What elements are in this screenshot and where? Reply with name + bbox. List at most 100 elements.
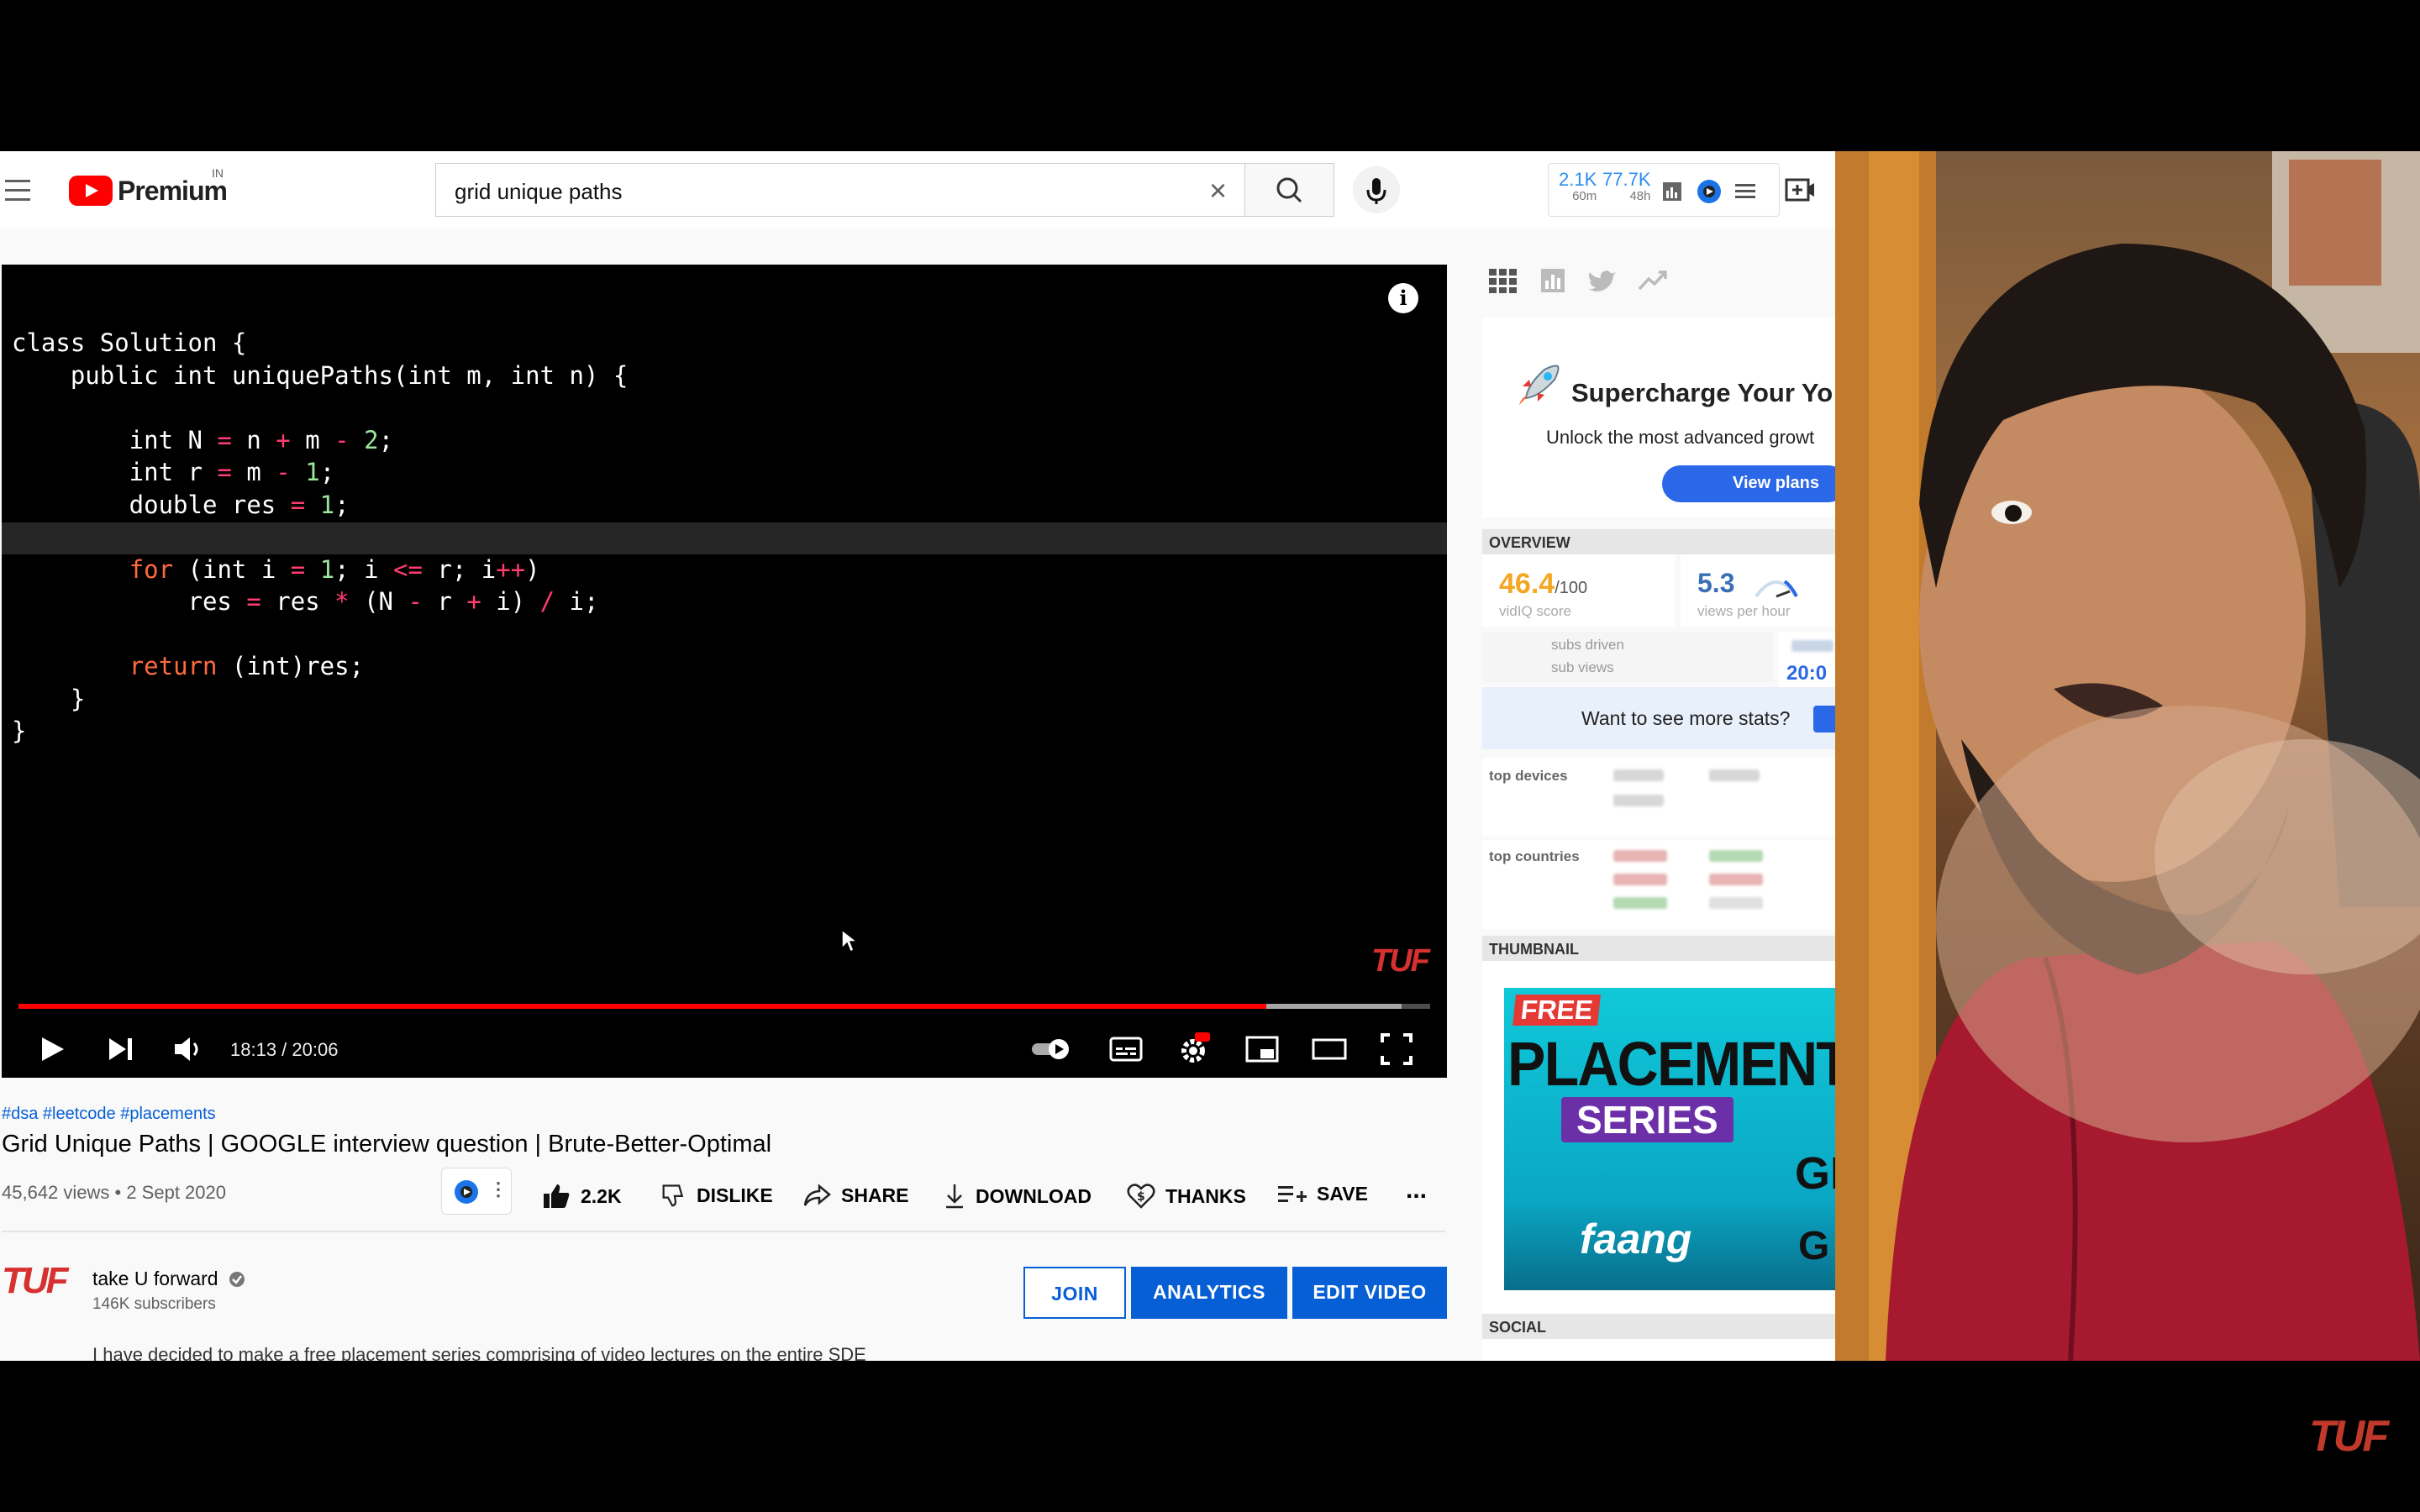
grid-icon[interactable] xyxy=(1487,267,1519,294)
more-stats-banner: Want to see more stats? xyxy=(1482,687,1835,749)
create-video-icon[interactable] xyxy=(1785,175,1815,205)
youtube-logo[interactable]: Premium IN xyxy=(69,166,228,208)
corner-watermark: TUF xyxy=(2309,1412,2389,1461)
voice-search-button[interactable] xyxy=(1353,166,1400,213)
more-stats-text: Want to see more stats? xyxy=(1581,707,1791,729)
save-label: SAVE xyxy=(1317,1183,1368,1205)
trending-icon[interactable] xyxy=(1637,267,1669,294)
blurred-flag xyxy=(1709,874,1763,885)
join-button[interactable]: JOIN xyxy=(1023,1267,1126,1319)
promo-title: Supercharge Your Yo xyxy=(1571,378,1833,407)
thumb-faang: faang xyxy=(1580,1215,1692,1263)
channel-name-text: take U forward xyxy=(92,1268,218,1289)
search-button[interactable] xyxy=(1245,163,1334,217)
thumbs-up-icon xyxy=(544,1184,570,1208)
view-plans-button[interactable]: View plans xyxy=(1662,465,1835,502)
thanks-button[interactable]: $ THANKS xyxy=(1127,1183,1246,1210)
thumbs-down-icon xyxy=(662,1184,684,1207)
like-count: 2.2K xyxy=(581,1184,622,1207)
mouse-cursor-icon xyxy=(841,928,860,953)
blurred-flag xyxy=(1709,897,1763,909)
stat-label: 60m xyxy=(1572,189,1597,203)
code-line: for (int i = 1; i <= r; i++) xyxy=(129,554,540,584)
time-display: 18:13 / 20:06 xyxy=(230,1039,339,1060)
theater-mode-icon[interactable] xyxy=(1311,1031,1348,1068)
settings-icon[interactable] xyxy=(1175,1031,1212,1068)
vidiq-stat-48h: 77.7K 48h xyxy=(1602,171,1651,204)
progress-fill xyxy=(18,1004,1267,1009)
play-icon[interactable] xyxy=(34,1031,71,1068)
clear-search-icon[interactable]: × xyxy=(1209,174,1227,207)
download-button[interactable]: DOWNLOAD xyxy=(944,1183,1092,1210)
menu-icon[interactable] xyxy=(5,180,30,202)
blurred-flag xyxy=(1613,874,1667,885)
video-thumbnail[interactable]: FREE PLACEMENT SERIES faang GI G xyxy=(1504,988,1835,1290)
vidiq-logo-icon[interactable] xyxy=(1697,179,1722,204)
video-actions: ⋮ 2.2K DISLIKE SHARE DOWNLOAD $ THANKS S… xyxy=(441,1168,1449,1218)
next-icon[interactable] xyxy=(103,1031,139,1068)
autoplay-toggle-icon[interactable] xyxy=(1028,1031,1077,1068)
channel-name[interactable]: take U forward xyxy=(92,1268,245,1290)
video-player[interactable]: class Solution { public int uniquePaths(… xyxy=(2,265,1447,1078)
stat-label: 48h xyxy=(1629,189,1651,203)
score-label: vidIQ score xyxy=(1499,603,1571,619)
fullscreen-icon[interactable] xyxy=(1378,1031,1415,1068)
vidiq-logo-icon xyxy=(455,1180,478,1204)
code-line: } xyxy=(12,717,27,745)
social-header: SOCIAL xyxy=(1482,1314,1835,1339)
download-label: DOWNLOAD xyxy=(976,1184,1092,1207)
save-button[interactable]: SAVE xyxy=(1278,1183,1368,1205)
promo-subtitle: Unlock the most advanced growt xyxy=(1546,427,1815,448)
channel-avatar[interactable]: TUF xyxy=(2,1260,71,1315)
volume-icon[interactable] xyxy=(170,1031,207,1068)
bar-chart-icon[interactable] xyxy=(1538,267,1570,294)
svg-text:$: $ xyxy=(1137,1190,1145,1204)
code-block: class Solution { public int uniquePaths(… xyxy=(12,327,628,748)
share-button[interactable]: SHARE xyxy=(802,1183,909,1208)
score-suffix: /100 xyxy=(1555,579,1588,597)
miniplayer-icon[interactable] xyxy=(1244,1031,1281,1068)
more-vert-icon: ⋮ xyxy=(489,1179,508,1200)
blurred-flag xyxy=(1613,897,1667,909)
vidiq-stat-60m: 2.1K 60m xyxy=(1559,171,1597,204)
code-line: int N = n + m - 2; xyxy=(12,425,394,454)
more-actions-button[interactable]: ... xyxy=(1406,1176,1427,1205)
top-countries-label: top countries xyxy=(1489,848,1580,864)
blurred-value xyxy=(1613,795,1664,806)
logo-text: Premium xyxy=(118,175,228,206)
vidiq-toolbar[interactable]: 2.1K 60m 77.7K 48h xyxy=(1548,163,1780,217)
video-hashtags[interactable]: #dsa #leetcode #placements xyxy=(2,1105,216,1124)
vidiq-score: 46.4/100 xyxy=(1499,568,1587,601)
dislike-button[interactable]: DISLIKE xyxy=(661,1183,773,1208)
like-button[interactable]: 2.2K xyxy=(542,1183,622,1210)
video-watermark: TUF xyxy=(1371,943,1430,979)
blurred-value xyxy=(1791,640,1833,652)
list-icon[interactable] xyxy=(1735,182,1755,201)
share-label: SHARE xyxy=(841,1184,909,1206)
presenter-video-image xyxy=(1835,151,2420,1361)
rocket-icon xyxy=(1519,365,1560,405)
chart-icon[interactable] xyxy=(1661,181,1683,202)
progress-bar[interactable] xyxy=(18,1004,1430,1009)
captions-icon[interactable] xyxy=(1107,1031,1144,1068)
super-thanks-icon: $ xyxy=(1127,1184,1155,1209)
twitter-icon[interactable] xyxy=(1586,267,1618,294)
more-stats-button[interactable] xyxy=(1813,706,1835,732)
search-icon xyxy=(1276,177,1302,203)
video-view-count: 45,642 views • 2 Sept 2020 xyxy=(2,1182,226,1203)
video-description[interactable]: I have decided to make a free placement … xyxy=(92,1344,1101,1361)
info-icon[interactable]: i xyxy=(1388,283,1418,313)
views-per-hour: 5.3 xyxy=(1697,568,1735,598)
views-per-hour-card: 5.3 views per hour xyxy=(1681,554,1835,627)
youtube-window: Premium IN grid unique paths × 2.1K 60m 7… xyxy=(0,151,1835,1361)
search-input[interactable]: grid unique paths × xyxy=(435,163,1245,217)
masthead: Premium IN grid unique paths × 2.1K 60m 7… xyxy=(0,151,1835,228)
promo-card: Supercharge Your Yo Unlock the most adva… xyxy=(1482,318,1835,517)
dislike-label: DISLIKE xyxy=(697,1184,773,1206)
vidiq-pill-button[interactable]: ⋮ xyxy=(441,1168,512,1215)
analytics-button[interactable]: ANALYTICS xyxy=(1131,1267,1287,1319)
code-line: double res = 1; xyxy=(12,490,350,519)
edit-video-button[interactable]: EDIT VIDEO xyxy=(1292,1267,1447,1319)
